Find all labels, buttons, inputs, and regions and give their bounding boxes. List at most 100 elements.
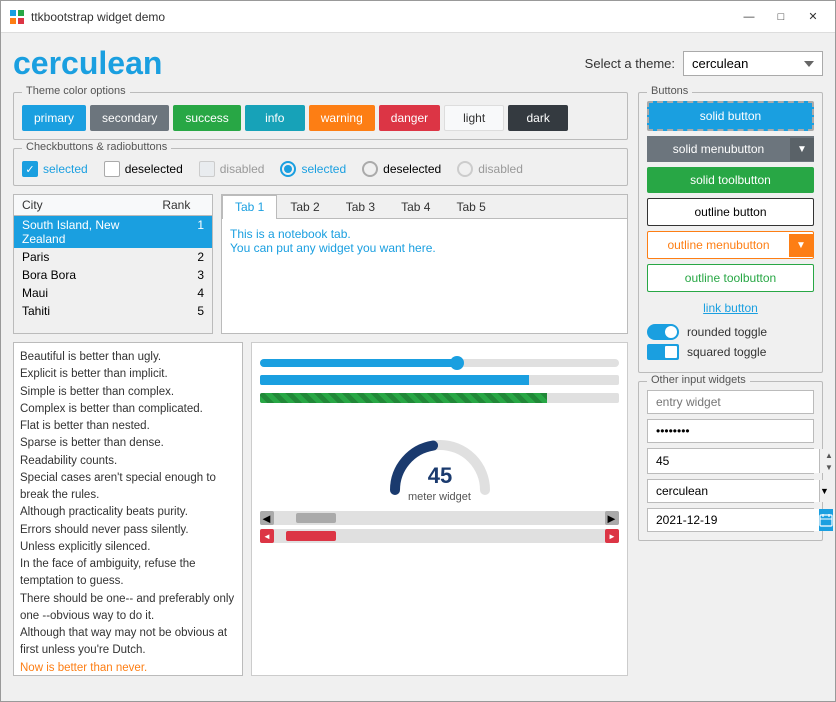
slider-container <box>260 351 619 367</box>
input-widgets-section: Other input widgets ▲ ▼ ▼ <box>638 381 823 541</box>
scrollbar-container: ◄ ► ◄ ► <box>260 511 619 543</box>
city-table[interactable]: City Rank South Island, New Zealand 1 Pa… <box>13 194 213 334</box>
radio-disabled-icon <box>457 161 473 177</box>
outline-button[interactable]: outline button <box>647 198 814 226</box>
password-field[interactable] <box>647 419 814 443</box>
btn-warning[interactable]: warning <box>309 105 375 131</box>
rounded-toggle[interactable] <box>647 324 679 340</box>
spinbox-down[interactable]: ▼ <box>820 461 835 473</box>
squared-toggle[interactable] <box>647 344 679 360</box>
minimize-button[interactable]: — <box>735 7 763 27</box>
link-button[interactable]: link button <box>647 297 814 319</box>
progress-track-1 <box>260 375 619 385</box>
text-line: Complex is better than complicated. <box>20 401 236 418</box>
checkbox-disabled-label: disabled <box>220 162 265 176</box>
text-line: In the face of ambiguity, refuse the tem… <box>20 556 236 591</box>
tab-2[interactable]: Tab 2 <box>277 195 332 218</box>
solid-button[interactable]: solid button <box>647 101 814 131</box>
rounded-toggle-label: rounded toggle <box>687 325 767 339</box>
buttons-label: Buttons <box>647 85 692 97</box>
theme-select[interactable]: cerculean cosmo flatly journal litera lu… <box>683 51 823 76</box>
titlebar: ttkbootstrap widget demo — □ ✕ <box>1 1 835 33</box>
notebook-line1: This is a notebook tab. <box>230 227 619 241</box>
scroll-left-arrow[interactable]: ◄ <box>260 511 274 525</box>
cell-city: Bora Bora <box>22 268 143 282</box>
checkbox-selected-label: selected <box>43 162 88 176</box>
btn-secondary[interactable]: secondary <box>90 105 169 131</box>
btn-primary[interactable]: primary <box>22 105 86 131</box>
window-title: ttkbootstrap widget demo <box>31 10 735 24</box>
combobox-dropdown-btn[interactable]: ▼ <box>819 480 829 502</box>
maximize-button[interactable]: □ <box>767 7 795 27</box>
solid-toolbutton[interactable]: solid toolbutton <box>647 167 814 193</box>
progress-bar-1 <box>260 375 619 385</box>
svg-text:45: 45 <box>427 463 451 488</box>
check-radio-label: Checkbuttons & radiobuttons <box>22 141 171 153</box>
table-row[interactable]: Paris 2 <box>14 248 212 266</box>
radio-deselected-item[interactable]: deselected <box>362 161 441 177</box>
scroll2-left-arrow[interactable]: ◄ <box>260 529 274 543</box>
text-area[interactable]: Beautiful is better than ugly. Explicit … <box>13 342 243 676</box>
app-title: cerculean <box>13 45 162 82</box>
radio-selected-item[interactable]: selected <box>280 161 346 177</box>
progress-fill-1 <box>260 375 529 385</box>
table-row[interactable]: Bora Bora 3 <box>14 266 212 284</box>
spinbox-up[interactable]: ▲ <box>820 449 835 461</box>
check-radio-row: ✓ selected deselected disabled <box>22 161 619 177</box>
theme-color-label: Theme color options <box>22 85 130 97</box>
cell-city: Paris <box>22 250 143 264</box>
radio-deselected-icon <box>362 161 378 177</box>
tab-1[interactable]: Tab 1 <box>222 195 277 219</box>
solid-menubutton[interactable]: solid menubutton ▼ <box>647 136 814 162</box>
close-button[interactable]: ✕ <box>799 7 827 27</box>
spinbox: ▲ ▼ <box>647 448 814 474</box>
scroll2-track[interactable] <box>276 531 603 541</box>
radio-selected-icon <box>280 161 296 177</box>
check-radio-section: Checkbuttons & radiobuttons ✓ selected d… <box>13 148 628 186</box>
tab-5[interactable]: Tab 5 <box>443 195 498 218</box>
text-line: Readability counts. <box>20 453 236 470</box>
cell-rank: 2 <box>143 250 204 264</box>
table-row[interactable]: Maui 4 <box>14 284 212 302</box>
col-city: City <box>14 195 141 215</box>
tab-4[interactable]: Tab 4 <box>388 195 443 218</box>
theme-select-row: Select a theme: cerculean cosmo flatly j… <box>585 51 823 76</box>
checkbox-disabled-item: disabled <box>199 161 265 177</box>
datepicker-input[interactable] <box>648 509 819 531</box>
text-line: There should be one-- and preferably onl… <box>20 591 236 626</box>
btn-light[interactable]: light <box>444 105 504 131</box>
outline-menubutton-dropdown-icon[interactable]: ▼ <box>789 234 813 257</box>
checkbox-selected-item[interactable]: ✓ selected <box>22 161 88 177</box>
outline-menubutton[interactable]: outline menubutton ▼ <box>647 231 814 259</box>
btn-danger[interactable]: danger <box>379 105 440 131</box>
cell-city: Maui <box>22 286 143 300</box>
text-line: Explicit is better than implicit. <box>20 366 236 383</box>
slider-track[interactable] <box>260 359 619 367</box>
btn-dark[interactable]: dark <box>508 105 568 131</box>
cell-city: Tahiti <box>22 304 143 318</box>
spinbox-input[interactable] <box>648 449 819 473</box>
scroll-track[interactable] <box>276 513 603 523</box>
notebook-content: This is a notebook tab. You can put any … <box>222 219 627 333</box>
radio-disabled-item: disabled <box>457 161 523 177</box>
bottom-row: Beautiful is better than ugly. Explicit … <box>13 342 628 676</box>
entry-widget[interactable] <box>647 390 814 414</box>
btn-info[interactable]: info <box>245 105 305 131</box>
btn-success[interactable]: success <box>173 105 240 131</box>
checkbox-deselected-item[interactable]: deselected <box>104 161 183 177</box>
outline-toolbutton[interactable]: outline toolbutton <box>647 264 814 292</box>
table-row[interactable]: Tahiti 5 <box>14 302 212 320</box>
combobox-input[interactable] <box>648 480 819 502</box>
table-row[interactable]: South Island, New Zealand 1 <box>14 216 212 248</box>
scroll-right-arrow[interactable]: ► <box>605 511 619 525</box>
spinbox-buttons: ▲ ▼ <box>819 449 835 473</box>
window-controls: — □ ✕ <box>735 7 827 27</box>
datepicker-calendar-btn[interactable] <box>819 509 833 531</box>
slider-thumb <box>450 356 464 370</box>
tab-3[interactable]: Tab 3 <box>333 195 388 218</box>
app-icon <box>9 9 25 25</box>
checkbox-deselected-icon <box>104 161 120 177</box>
scroll2-right-arrow[interactable]: ► <box>605 529 619 543</box>
menubutton-dropdown-icon[interactable]: ▼ <box>790 138 814 161</box>
col-rank: Rank <box>141 195 212 215</box>
